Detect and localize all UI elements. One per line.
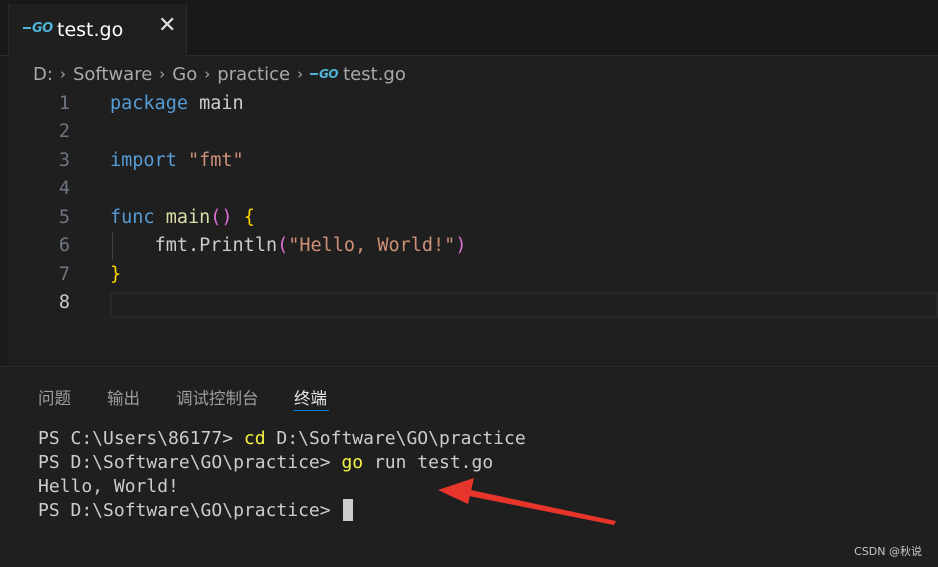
function-call: Println bbox=[199, 235, 278, 256]
tab-problems[interactable]: 问题 bbox=[38, 385, 71, 409]
terminal-command: cd bbox=[243, 428, 266, 449]
go-file-icon: GO bbox=[310, 67, 339, 81]
identifier: main bbox=[199, 93, 244, 114]
breadcrumb: D: › Software › Go › practice › GO test.… bbox=[33, 60, 406, 88]
breadcrumb-item-practice[interactable]: practice bbox=[217, 64, 290, 85]
keyword: import bbox=[110, 150, 177, 171]
editor-tab-bar: GO test.go ✕ bbox=[0, 0, 938, 56]
line-number: 4 bbox=[58, 178, 70, 199]
breadcrumb-item-software[interactable]: Software bbox=[73, 64, 152, 85]
terminal-argument: run test.go bbox=[363, 452, 494, 473]
terminal-cursor bbox=[343, 499, 354, 521]
watermark: CSDN @秋说 bbox=[854, 545, 922, 558]
terminal-output: Hello, World! bbox=[38, 476, 179, 497]
keyword: package bbox=[110, 93, 188, 114]
chevron-right-icon: › bbox=[59, 65, 66, 83]
tab-terminal[interactable]: 终端 bbox=[294, 385, 327, 409]
dot: . bbox=[187, 235, 200, 256]
close-icon[interactable]: ✕ bbox=[158, 15, 176, 37]
line-number: 3 bbox=[58, 150, 70, 171]
function-name: main bbox=[165, 207, 211, 228]
breadcrumb-item-drive[interactable]: D: bbox=[33, 64, 53, 85]
package-ref: fmt bbox=[154, 235, 188, 256]
terminal-prompt: PS D:\Software\GO\practice> bbox=[38, 500, 342, 521]
terminal-command: go bbox=[341, 452, 364, 473]
breadcrumb-item-file[interactable]: GO test.go bbox=[310, 64, 406, 85]
brace-open: { bbox=[243, 207, 255, 228]
line-number: 6 bbox=[58, 235, 70, 256]
go-file-icon: GO bbox=[23, 21, 53, 36]
line-number: 1 bbox=[58, 93, 70, 114]
paren-close: ) bbox=[455, 235, 467, 256]
parens: () bbox=[210, 207, 233, 228]
bottom-panel: 问题 输出 调试控制台 终端 PS C:\Users\86177> cd D:\… bbox=[0, 366, 938, 567]
breadcrumb-item-go[interactable]: Go bbox=[172, 64, 197, 85]
active-tab-indicator bbox=[293, 410, 329, 411]
brace-close: } bbox=[110, 264, 122, 285]
tab-debug-console[interactable]: 调试控制台 bbox=[176, 385, 259, 409]
code-line-3: 3 import "fmt" bbox=[0, 147, 938, 175]
terminal-line: PS C:\Users\86177> cd D:\Software\GO\pra… bbox=[38, 427, 526, 451]
line-number: 7 bbox=[58, 264, 70, 285]
code-editor[interactable]: 1 package main 2 3 import "fmt" 4 5 func… bbox=[0, 88, 938, 366]
code-line-1: 1 package main bbox=[0, 90, 938, 118]
code-line-6: 6 fmt.Println("Hello, World!") bbox=[0, 232, 938, 260]
code-line-8: 8 bbox=[0, 289, 938, 317]
breadcrumb-file-label: test.go bbox=[343, 63, 406, 85]
code-line-7: 7 } bbox=[0, 261, 938, 289]
code-line-2: 2 bbox=[0, 118, 938, 146]
line-number: 5 bbox=[58, 207, 70, 228]
tab-output[interactable]: 输出 bbox=[107, 385, 140, 409]
string-literal: "fmt" bbox=[187, 150, 244, 171]
chevron-right-icon: › bbox=[159, 65, 166, 83]
line-number-active: 8 bbox=[58, 292, 70, 313]
terminal-prompt: PS D:\Software\GO\practice> bbox=[38, 452, 342, 473]
line-number: 2 bbox=[58, 121, 70, 142]
chevron-right-icon: › bbox=[297, 65, 304, 83]
string-literal: "Hello, World!" bbox=[288, 235, 456, 256]
chevron-right-icon: › bbox=[204, 65, 211, 83]
keyword: func bbox=[110, 207, 155, 228]
code-line-4: 4 bbox=[0, 175, 938, 203]
terminal-argument: D:\Software\GO\practice bbox=[265, 428, 526, 449]
paren-open: ( bbox=[277, 235, 289, 256]
tab-label: test.go bbox=[57, 19, 124, 41]
code-line-5: 5 func main() { bbox=[0, 204, 938, 232]
tab-test-go[interactable]: GO test.go ✕ bbox=[8, 4, 187, 56]
terminal-line: PS D:\Software\GO\practice> go run test.… bbox=[38, 451, 493, 475]
terminal-line[interactable]: PS D:\Software\GO\practice> bbox=[38, 499, 354, 523]
terminal-prompt: PS C:\Users\86177> bbox=[38, 428, 244, 449]
